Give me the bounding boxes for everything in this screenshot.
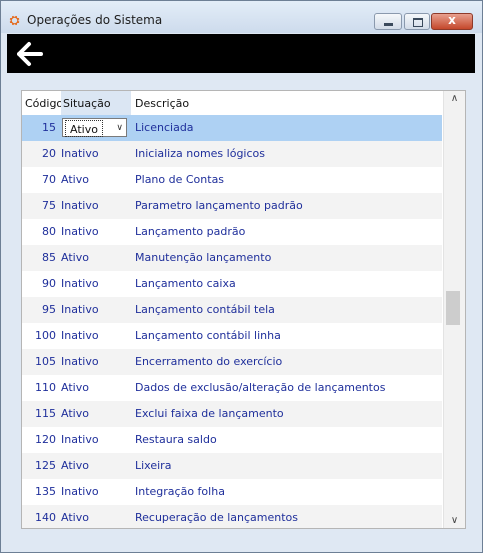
maximize-icon <box>413 18 423 27</box>
table-row[interactable]: 110 Ativo Dados de exclusão/alteração de l… <box>22 375 442 401</box>
cell-codigo: 70 <box>42 173 56 186</box>
cell-descricao: Encerramento do exercício <box>135 355 283 368</box>
table-row[interactable]: 115 Ativo Exclui faixa de lançamento <box>22 401 442 427</box>
app-window: ⛭ Operações do Sistema x Código Situação… <box>0 0 483 553</box>
cell-codigo: 110 <box>35 381 56 394</box>
cell-descricao: Exclui faixa de lançamento <box>135 407 284 420</box>
cell-codigo: 115 <box>35 407 56 420</box>
cell-descricao: Dados de exclusão/alteração de lançament… <box>135 381 386 394</box>
cell-codigo: 140 <box>35 511 56 524</box>
table-row[interactable]: 80 Inativo Lançamento padrão <box>22 219 442 245</box>
cell-situacao: Inativo <box>61 329 99 342</box>
cell-descricao: Integração folha <box>135 485 225 498</box>
cell-codigo: 80 <box>42 225 56 238</box>
chevron-down-icon[interactable]: ∨ <box>116 121 123 135</box>
cell-codigo: 95 <box>42 303 56 316</box>
cell-situacao: Inativo <box>61 277 99 290</box>
cell-descricao: Licenciada <box>135 121 194 134</box>
cell-situacao: Inativo <box>61 199 99 212</box>
close-icon: x <box>448 13 456 27</box>
cell-codigo: 20 <box>42 147 56 160</box>
toolbar <box>7 34 475 73</box>
cell-descricao: Restaura saldo <box>135 433 217 446</box>
cell-situacao: Inativo <box>61 225 99 238</box>
maximize-button[interactable] <box>404 13 430 30</box>
table-row-selected[interactable]: 15 Ativo ∨ Licenciada <box>22 115 442 141</box>
header-codigo[interactable]: Código <box>25 91 63 115</box>
cell-situacao: Inativo <box>61 303 99 316</box>
cell-descricao: Lançamento contábil linha <box>135 329 281 342</box>
cell-descricao: Manutenção lançamento <box>135 251 272 264</box>
table-row[interactable]: 140 Ativo Recuperação de lançamentos <box>22 505 442 528</box>
cell-situacao: Ativo <box>61 407 89 420</box>
table-row[interactable]: 85 Ativo Manutenção lançamento <box>22 245 442 271</box>
cell-codigo: 100 <box>35 329 56 342</box>
scroll-up-icon[interactable]: ∧ <box>444 93 465 104</box>
cell-situacao: Inativo <box>61 485 99 498</box>
cell-situacao: Ativo <box>61 459 89 472</box>
table-row[interactable]: 105 Inativo Encerramento do exercício <box>22 349 442 375</box>
grid-header: Código Situação Descrição <box>22 91 442 115</box>
minimize-button[interactable] <box>374 13 402 30</box>
window-title: Operações do Sistema <box>27 13 163 27</box>
minimize-icon <box>384 23 393 26</box>
table-row[interactable]: 120 Inativo Restaura saldo <box>22 427 442 453</box>
cell-codigo: 75 <box>42 199 56 212</box>
cell-codigo: 85 <box>42 251 56 264</box>
close-button[interactable]: x <box>431 13 473 30</box>
cell-codigo: 90 <box>42 277 56 290</box>
cell-descricao: Plano de Contas <box>135 173 225 186</box>
situacao-select[interactable]: Ativo ∨ <box>62 118 127 137</box>
cell-descricao: Lançamento contábil tela <box>135 303 275 316</box>
table-row[interactable]: 100 Inativo Lançamento contábil linha <box>22 323 442 349</box>
cell-situacao: Inativo <box>61 147 99 160</box>
table-row[interactable]: 135 Inativo Integração folha <box>22 479 442 505</box>
cell-codigo: 120 <box>35 433 56 446</box>
cell-codigo: 125 <box>35 459 56 472</box>
cell-codigo: 105 <box>35 355 56 368</box>
cell-descricao: Recuperação de lançamentos <box>135 511 298 524</box>
header-descricao[interactable]: Descrição <box>135 91 189 115</box>
app-icon: ⛭ <box>9 13 20 27</box>
cell-descricao: Lançamento padrão <box>135 225 246 238</box>
table-row[interactable]: 20 Inativo Inicializa nomes lógicos <box>22 141 442 167</box>
cell-codigo: 15 <box>42 121 56 134</box>
table-row[interactable]: 90 Inativo Lançamento caixa <box>22 271 442 297</box>
cell-descricao: Parametro lançamento padrão <box>135 199 303 212</box>
table-row[interactable]: 70 Ativo Plano de Contas <box>22 167 442 193</box>
arrow-left-icon[interactable] <box>17 41 43 67</box>
cell-situacao: Inativo <box>61 355 99 368</box>
cell-situacao: Ativo <box>61 381 89 394</box>
table-row[interactable]: 95 Inativo Lançamento contábil tela <box>22 297 442 323</box>
title-bar[interactable]: ⛭ Operações do Sistema x <box>1 1 482 33</box>
cell-situacao: Ativo <box>61 251 89 264</box>
table-row[interactable]: 75 Inativo Parametro lançamento padrão <box>22 193 442 219</box>
cell-situacao: Inativo <box>61 433 99 446</box>
vertical-scrollbar[interactable]: ∧ ∨ <box>443 91 465 528</box>
cell-descricao: Lixeira <box>135 459 172 472</box>
operations-grid: Código Situação Descrição 15 Ativo ∨ Lic… <box>21 90 466 529</box>
header-situacao[interactable]: Situação <box>61 91 131 115</box>
cell-descricao: Lançamento caixa <box>135 277 236 290</box>
cell-descricao: Inicializa nomes lógicos <box>135 147 265 160</box>
table-row[interactable]: 125 Ativo Lixeira <box>22 453 442 479</box>
cell-situacao: Ativo <box>61 511 89 524</box>
cell-situacao: Ativo <box>61 173 89 186</box>
cell-codigo: 135 <box>35 485 56 498</box>
scroll-thumb[interactable] <box>446 291 460 325</box>
situacao-select-value: Ativo <box>65 120 103 137</box>
scroll-down-icon[interactable]: ∨ <box>444 515 465 526</box>
